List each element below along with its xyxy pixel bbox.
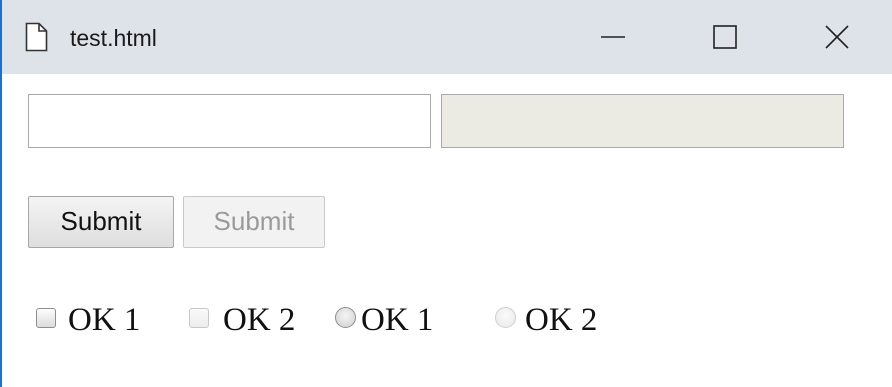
submit-button[interactable]: Submit <box>28 196 174 248</box>
maximize-button[interactable] <box>670 0 780 74</box>
document-icon <box>25 22 48 52</box>
close-icon <box>825 25 849 49</box>
radio-1-label: OK 1 <box>361 302 434 338</box>
radio-2-circle[interactable] <box>495 307 516 328</box>
checkbox-2-label: OK 2 <box>223 302 296 338</box>
checkbox-2-box[interactable] <box>189 308 209 328</box>
minimize-button[interactable] <box>558 0 668 74</box>
radio-2-label: OK 2 <box>525 302 598 338</box>
window-title: test.html <box>70 25 157 51</box>
checkbox-1-label: OK 1 <box>68 302 141 338</box>
title-bar[interactable]: test.html <box>2 0 892 74</box>
browser-window: test.html Submit Submit OK 1 OK 2 OK 1 O… <box>0 0 892 387</box>
maximize-icon <box>713 25 737 49</box>
minimize-icon <box>601 36 625 38</box>
text-input-1[interactable] <box>28 94 431 148</box>
checkbox-1-box[interactable] <box>36 308 56 328</box>
submit-button-disabled[interactable]: Submit <box>183 196 325 248</box>
text-input-2-disabled[interactable] <box>441 94 844 148</box>
close-button[interactable] <box>782 0 892 74</box>
radio-1-circle[interactable] <box>335 307 356 328</box>
